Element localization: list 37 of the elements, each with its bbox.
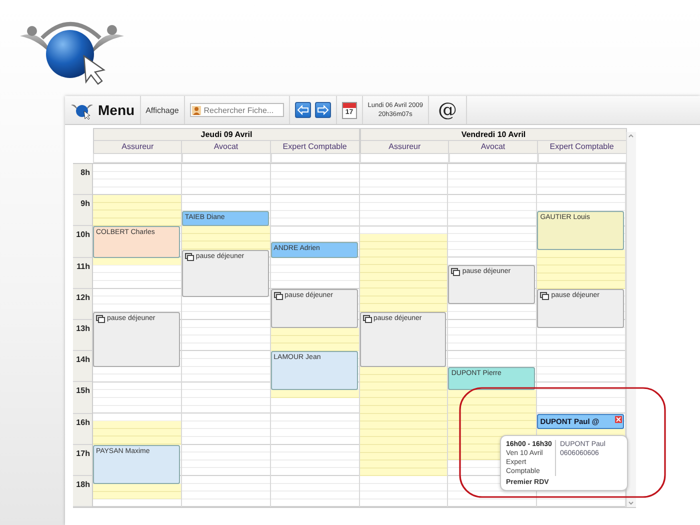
scrollbar[interactable] — [626, 132, 636, 508]
menu-label[interactable]: Menu — [98, 102, 135, 118]
hour-label: 18h — [73, 476, 92, 508]
email-button[interactable]: @ — [434, 99, 461, 121]
copy-icon — [540, 292, 550, 300]
resource-header: Expert Comptable — [282, 141, 348, 153]
day-header: Vendredi 10 Avril — [361, 129, 626, 141]
hour-label: 17h — [73, 444, 92, 476]
resource-header: Avocat — [182, 141, 271, 153]
resource-header: Assureur — [94, 141, 182, 153]
day-header: Jeudi 09 Avril — [94, 129, 359, 141]
hour-label: 14h — [73, 351, 92, 382]
search-field[interactable]: Rechercher Fiche... — [190, 103, 284, 117]
close-icon[interactable] — [615, 416, 622, 423]
hour-label: 16h — [73, 414, 92, 445]
copy-icon — [362, 315, 372, 324]
hour-label: 13h — [73, 320, 92, 352]
copy-icon — [274, 292, 283, 300]
next-button[interactable] — [314, 102, 331, 118]
previous-button[interactable] — [294, 102, 311, 118]
hour-label: 8h — [73, 164, 92, 196]
left-arrow-icon — [296, 105, 309, 115]
copy-icon — [184, 252, 194, 261]
resource-header: Avocat — [449, 141, 538, 153]
scroll-up-icon[interactable] — [627, 132, 636, 140]
right-arrow-icon — [316, 105, 329, 115]
hour-label: 12h — [73, 288, 92, 320]
hour-label: 11h — [73, 258, 92, 289]
resource-header: Assureur — [361, 141, 450, 153]
copy-icon — [451, 268, 460, 276]
scroll-down-icon[interactable] — [627, 499, 636, 508]
hour-label: 9h — [73, 195, 92, 226]
view-menu[interactable]: Affichage — [146, 106, 179, 114]
hour-label: 10h — [73, 226, 92, 258]
copy-icon — [96, 315, 105, 324]
hour-label: 15h — [73, 382, 92, 414]
resource-header: Expert Comptable — [548, 141, 615, 153]
